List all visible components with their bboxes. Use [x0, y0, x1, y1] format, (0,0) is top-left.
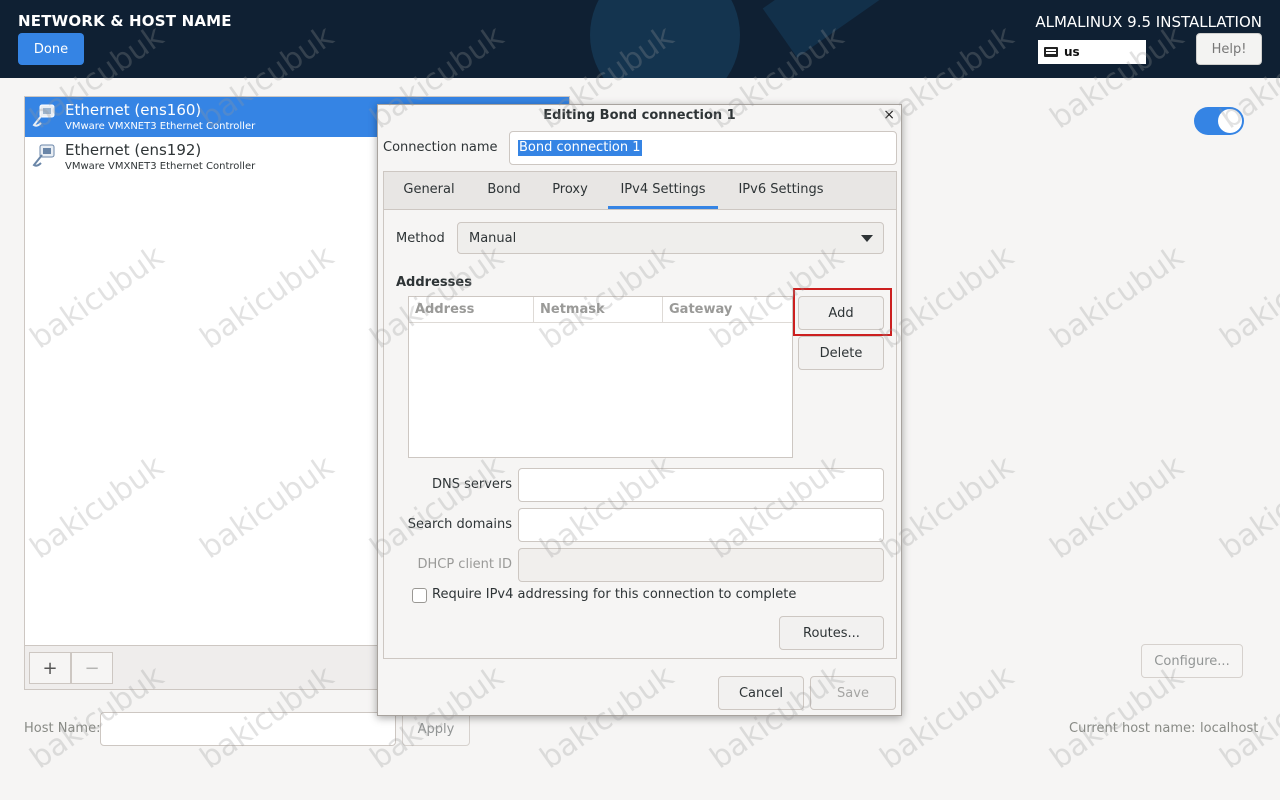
column-address[interactable]: Address — [409, 297, 534, 322]
device-description: VMware VMXNET3 Ethernet Controller — [65, 161, 256, 172]
device-description: VMware VMXNET3 Ethernet Controller — [65, 121, 256, 132]
dhcp-client-id-input[interactable] — [518, 548, 884, 582]
done-button[interactable]: Done — [18, 33, 84, 65]
method-value: Manual — [469, 231, 517, 246]
routes-button[interactable]: Routes... — [779, 616, 884, 650]
device-name: Ethernet (ens192) — [65, 141, 202, 159]
device-name: Ethernet (ens160) — [65, 101, 202, 119]
keyboard-icon — [1044, 47, 1058, 57]
search-domains-input[interactable] — [518, 508, 884, 542]
addresses-table[interactable]: Address Netmask Gateway — [408, 296, 793, 458]
addresses-label: Addresses — [396, 275, 472, 290]
connection-name-input[interactable]: Bond connection 1 — [509, 131, 897, 165]
table-header: Address Netmask Gateway — [409, 297, 792, 323]
current-host-name-label: Current host name: — [1069, 721, 1196, 736]
cancel-button[interactable]: Cancel — [718, 676, 804, 710]
help-button[interactable]: Help! — [1196, 33, 1262, 65]
close-icon[interactable]: × — [883, 107, 895, 123]
dns-servers-input[interactable] — [518, 468, 884, 502]
edit-connection-dialog: Editing Bond connection 1 × Connection n… — [377, 104, 902, 716]
require-ipv4-label: Require IPv4 addressing for this connect… — [432, 587, 797, 602]
connection-name-value: Bond connection 1 — [518, 140, 642, 156]
watermark-text: bakicubuk — [1043, 238, 1191, 357]
connection-name-label: Connection name — [383, 140, 498, 155]
add-address-button[interactable]: Add — [798, 296, 884, 330]
settings-notebook: General Bond Proxy IPv4 Settings IPv6 Se… — [383, 171, 897, 659]
tab-general[interactable]: General — [392, 172, 466, 209]
configure-button[interactable]: Configure... — [1141, 644, 1243, 678]
keyboard-layout-indicator[interactable]: us — [1038, 40, 1146, 64]
column-gateway[interactable]: Gateway — [663, 297, 792, 322]
header-decoration — [590, 0, 740, 78]
ethernet-icon — [32, 144, 55, 167]
dialog-title: Editing Bond connection 1 — [543, 108, 736, 123]
device-toggle-switch[interactable] — [1194, 107, 1244, 135]
delete-address-button[interactable]: Delete — [798, 336, 884, 370]
dhcp-client-id-label: DHCP client ID — [417, 557, 512, 572]
page-title: NETWORK & HOST NAME — [18, 12, 232, 30]
header-decoration — [762, 0, 978, 58]
installer-title: ALMALINUX 9.5 INSTALLATION — [1035, 13, 1262, 31]
host-name-input[interactable] — [100, 712, 396, 746]
tab-ipv6-settings[interactable]: IPv6 Settings — [728, 172, 834, 209]
watermark-text: bakicubuk — [1213, 238, 1280, 357]
remove-device-button[interactable]: − — [71, 652, 113, 684]
chevron-down-icon — [861, 235, 873, 242]
add-device-button[interactable]: + — [29, 652, 71, 684]
host-name-label: Host Name: — [24, 721, 101, 736]
keyboard-layout-label: us — [1064, 45, 1080, 59]
method-dropdown[interactable]: Manual — [457, 222, 884, 254]
tab-proxy[interactable]: Proxy — [540, 172, 600, 209]
watermark-text: bakicubuk — [1043, 448, 1191, 567]
watermark-text: bakicubuk — [1213, 448, 1280, 567]
search-domains-label: Search domains — [407, 517, 512, 532]
method-label: Method — [396, 231, 445, 246]
tab-ipv4-settings[interactable]: IPv4 Settings — [608, 172, 718, 209]
switch-knob — [1218, 109, 1242, 133]
require-ipv4-checkbox[interactable] — [412, 588, 427, 603]
save-button[interactable]: Save — [810, 676, 896, 710]
ethernet-icon — [32, 104, 55, 127]
current-host-name-value: localhost — [1200, 721, 1259, 736]
apply-button[interactable]: Apply — [402, 712, 470, 746]
column-netmask[interactable]: Netmask — [534, 297, 663, 322]
dns-servers-label: DNS servers — [431, 477, 512, 492]
top-header: NETWORK & HOST NAME Done ALMALINUX 9.5 I… — [0, 0, 1280, 78]
tab-bar: General Bond Proxy IPv4 Settings IPv6 Se… — [384, 172, 896, 210]
tab-bond[interactable]: Bond — [474, 172, 534, 209]
